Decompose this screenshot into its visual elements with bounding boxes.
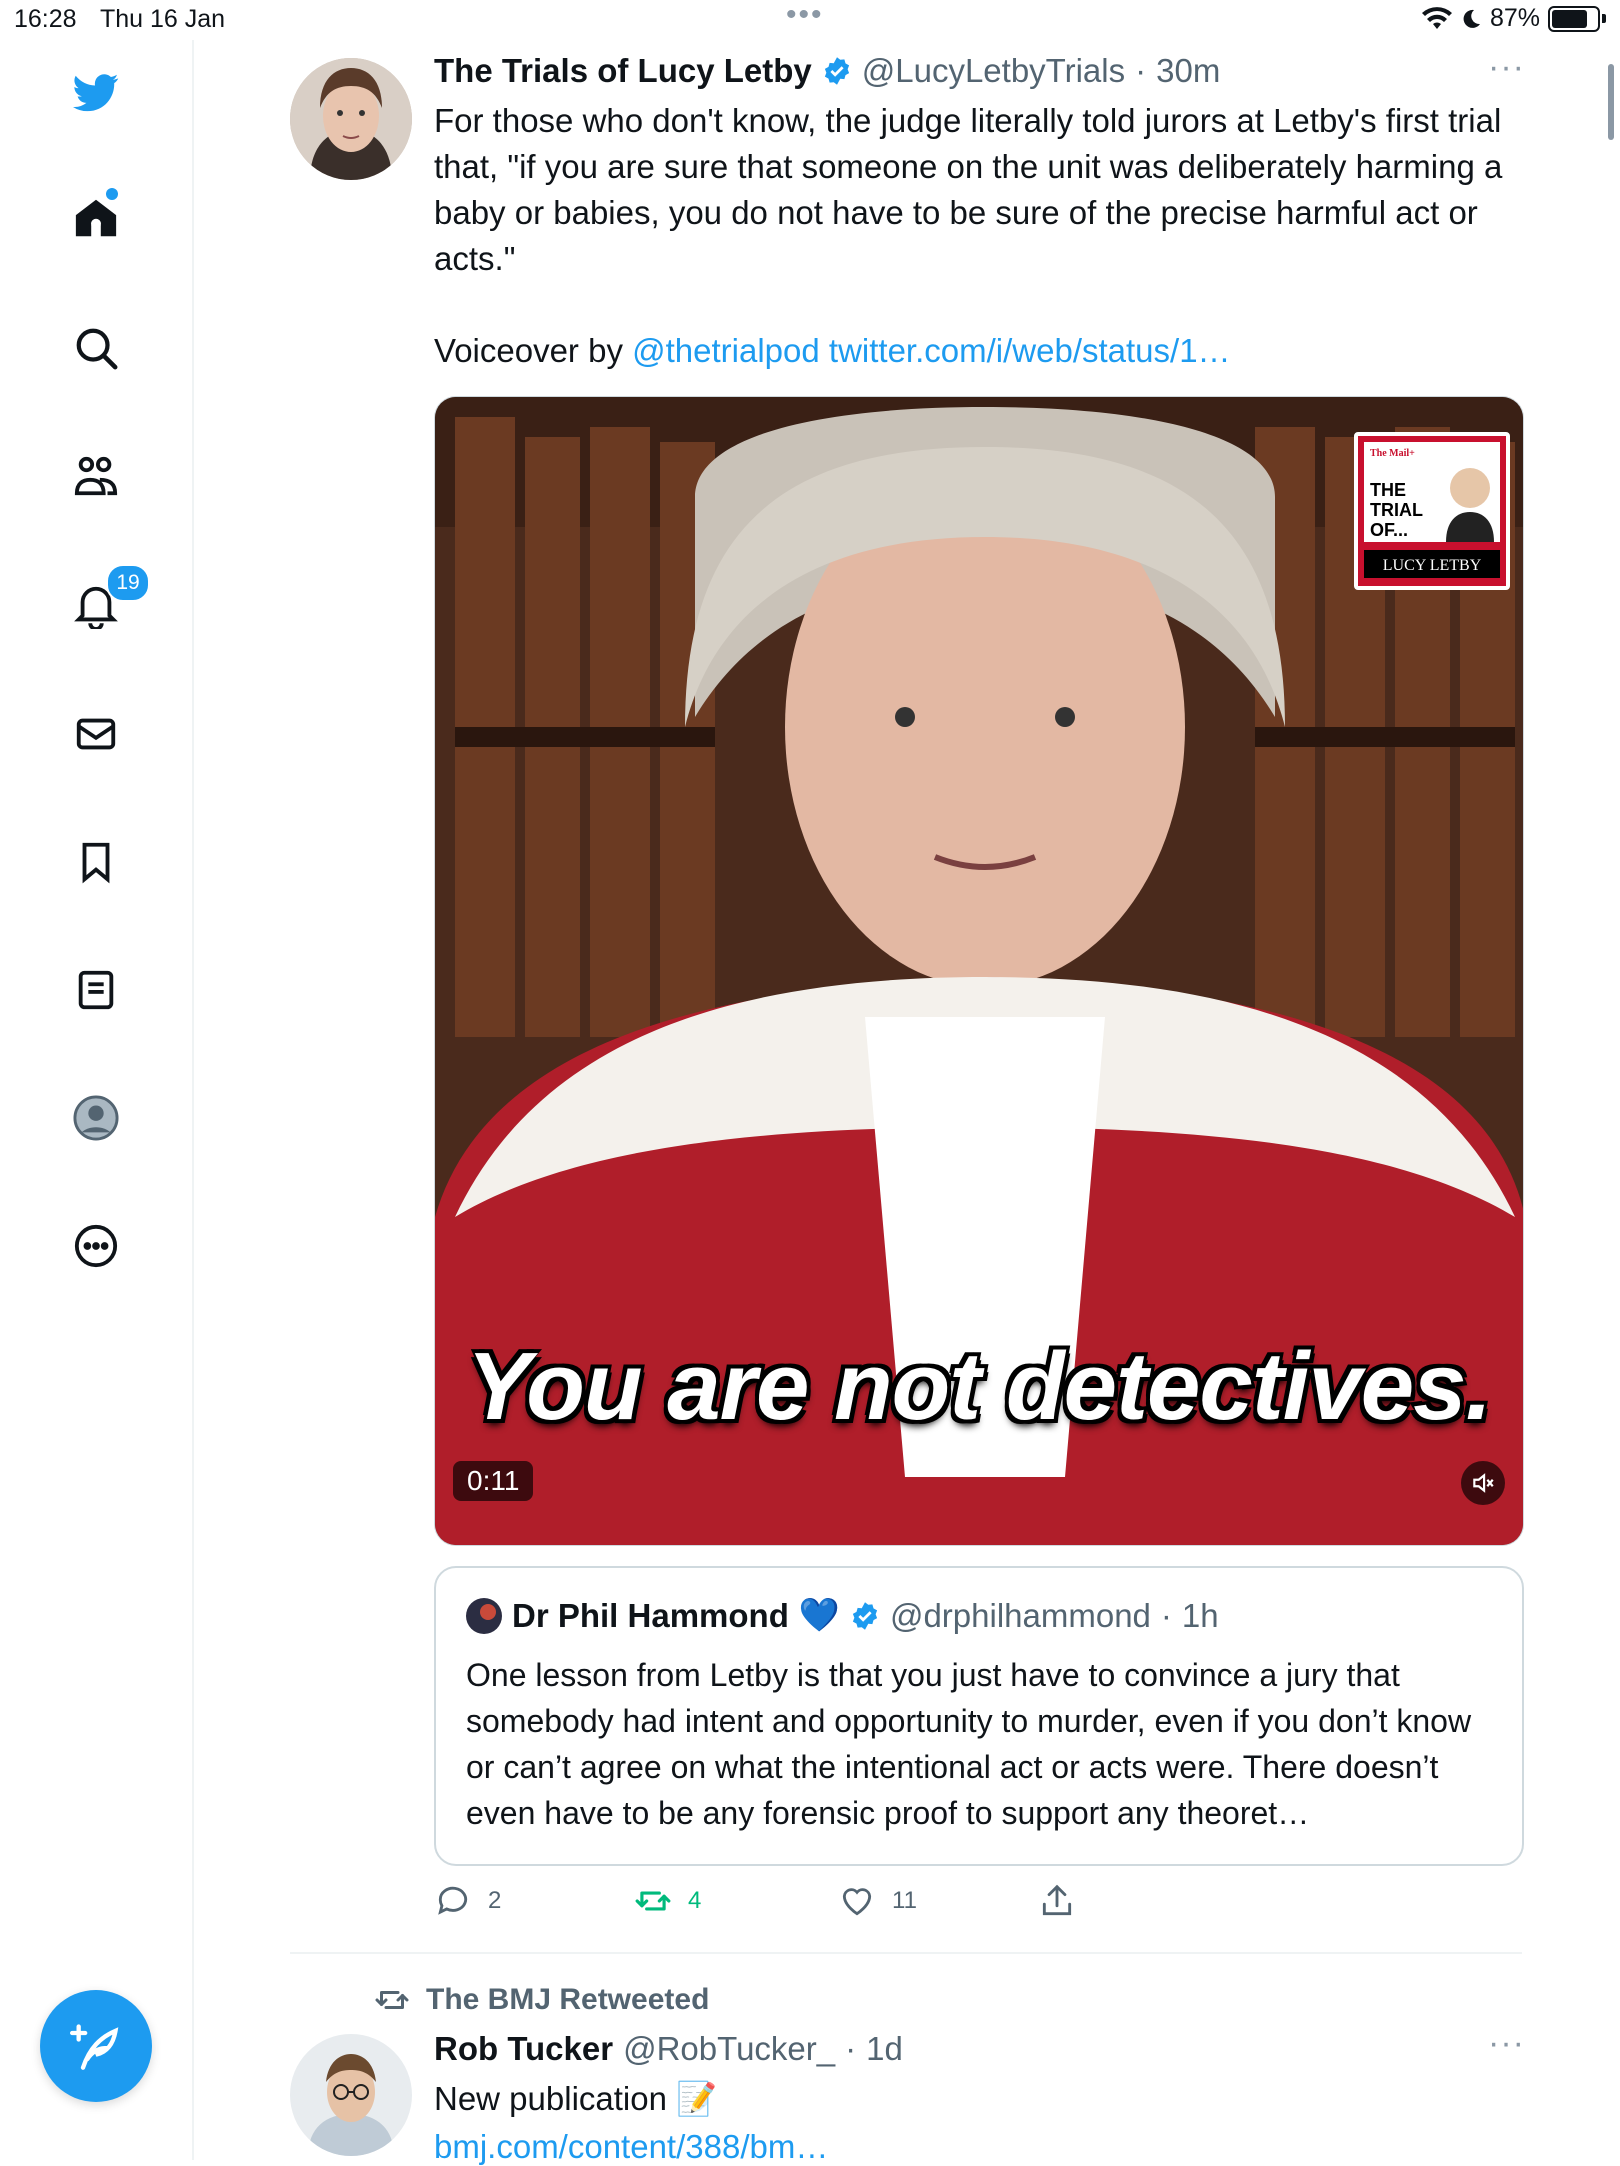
heart-icon [842,1888,872,1916]
profile-avatar[interactable] [70,1092,122,1144]
share-icon [1042,1884,1072,1916]
next-author-handle[interactable]: @RobTucker_ [623,2030,835,2068]
quoted-author-avatar[interactable] [466,1597,502,1634]
trial-podcast-logo: The Mail+ THE TRIAL OF... LUCY LETBY [1354,432,1510,590]
svg-text:OF...: OF... [1370,520,1408,540]
quoted-author-handle[interactable]: @drphilhammond [890,1597,1151,1635]
video-caption: You are not detectives. [466,1333,1492,1440]
speaker-muted-icon [1473,1473,1494,1493]
home-icon[interactable] [70,188,122,244]
search-icon[interactable] [70,322,122,374]
video-duration: 0:11 [453,1461,534,1501]
moon-icon [1463,9,1480,28]
next-tweet-text: New publication 📝 [434,2080,718,2117]
author-name[interactable]: The Trials of Lucy Letby [434,52,812,90]
list-icon[interactable] [70,964,122,1016]
tweet-text-block: For those who don't know, the judge lite… [434,98,1514,374]
svg-text:THE: THE [1370,480,1406,500]
separator-dot: · [1160,1596,1172,1634]
wifi-icon [1421,6,1452,29]
retweet-icon [375,1991,409,2009]
retweet-count: 4 [688,1887,702,1914]
status-time: 16:28 [14,5,77,33]
quoted-tweet[interactable]: Dr Phil Hammond 💙 @drphilhammond · 1h On… [434,1566,1524,1866]
reply-icon [438,1886,468,1915]
verified-badge-icon [852,1601,878,1630]
svg-text:LUCY LETBY: LUCY LETBY [1383,557,1482,574]
retweeted-by-text[interactable]: The BMJ Retweeted [426,1983,709,2017]
separator-dot: · [845,2030,857,2067]
battery-percent: 87% [1489,4,1540,32]
scrollbar[interactable] [1608,64,1614,140]
quoted-author-name[interactable]: Dr Phil Hammond [512,1597,789,1635]
tweet-text: For those who don't know, the judge lite… [434,102,1503,277]
retweet-icon [635,1891,671,1911]
voiceover-prefix: Voiceover by [434,332,623,369]
notifications-badge: 19 [106,564,150,602]
blue-heart-emoji: 💙 [798,1596,840,1633]
next-tweet-time[interactable]: 1d [866,2030,903,2068]
tweet-actions: 2 4 11 [434,1882,1524,1932]
video-player[interactable]: The Mail+ THE TRIAL OF... LUCY LETBY You are… [434,396,1524,1546]
reply-button[interactable]: 2 [434,1882,501,1920]
quoted-tweet-time[interactable]: 1h [1182,1597,1219,1635]
tweet-time[interactable]: 30m [1156,52,1220,90]
bookmark-icon[interactable] [70,836,122,888]
quoted-tweet-header: Dr Phil Hammond 💙 @drphilhammond · 1h [466,1596,1219,1635]
like-count: 11 [892,1887,917,1914]
sidebar: 19 [0,40,194,2160]
author-handle[interactable]: @LucyLetbyTrials [862,52,1125,90]
compose-tweet-button[interactable] [40,1990,152,2102]
multitasking-dots-icon[interactable]: ••• [786,0,824,32]
feather-plus-icon [70,2024,119,2070]
status-date: Thu 16 Jan [100,5,226,33]
tweet-header: The Trials of Lucy Letby @LucyLetbyTrial… [434,52,1220,90]
bell-icon[interactable]: 19 [70,564,150,632]
verified-badge-icon [824,57,849,85]
new-content-dot [106,188,118,200]
mute-button[interactable] [1461,1461,1505,1505]
more-options-icon[interactable]: ··· [1488,2024,1525,2063]
retweet-button[interactable]: 4 [634,1882,701,1920]
tweet-divider [290,1952,1522,1954]
quoted-tweet-text: One lesson from Letby is that you just h… [466,1657,1472,1831]
next-author-name[interactable]: Rob Tucker [434,2030,613,2068]
status-indicators: 87% [1421,4,1606,33]
status-link[interactable]: twitter.com/i/web/status/1… [829,332,1231,369]
share-button[interactable] [1038,1882,1076,1920]
twitter-logo-icon[interactable] [70,66,122,118]
next-tweet-link[interactable]: bmj.com/content/388/bm… [434,2128,828,2166]
svg-text:TRIAL: TRIAL [1370,500,1423,520]
next-tweet-author-avatar[interactable] [290,2034,412,2156]
more-circle-icon[interactable] [70,1220,122,1272]
mention-link[interactable]: @thetrialpod [632,332,820,369]
battery-icon [1548,5,1600,32]
like-button[interactable]: 11 [838,1882,917,1920]
next-tweet-header: Rob Tucker @RobTucker_ · 1d [434,2030,903,2068]
svg-text:The Mail+: The Mail+ [1370,448,1415,459]
status-bar: 16:28 Thu 16 Jan ••• 87% [0,0,1620,40]
more-options-icon[interactable]: ··· [1488,48,1525,87]
separator-dot: · [1135,52,1147,89]
envelope-icon[interactable] [70,708,122,760]
reply-count: 2 [488,1887,502,1914]
retweeted-by-label: The BMJ Retweeted [374,1982,709,2018]
tweet-author-avatar[interactable] [290,58,412,180]
people-icon[interactable] [70,450,122,502]
